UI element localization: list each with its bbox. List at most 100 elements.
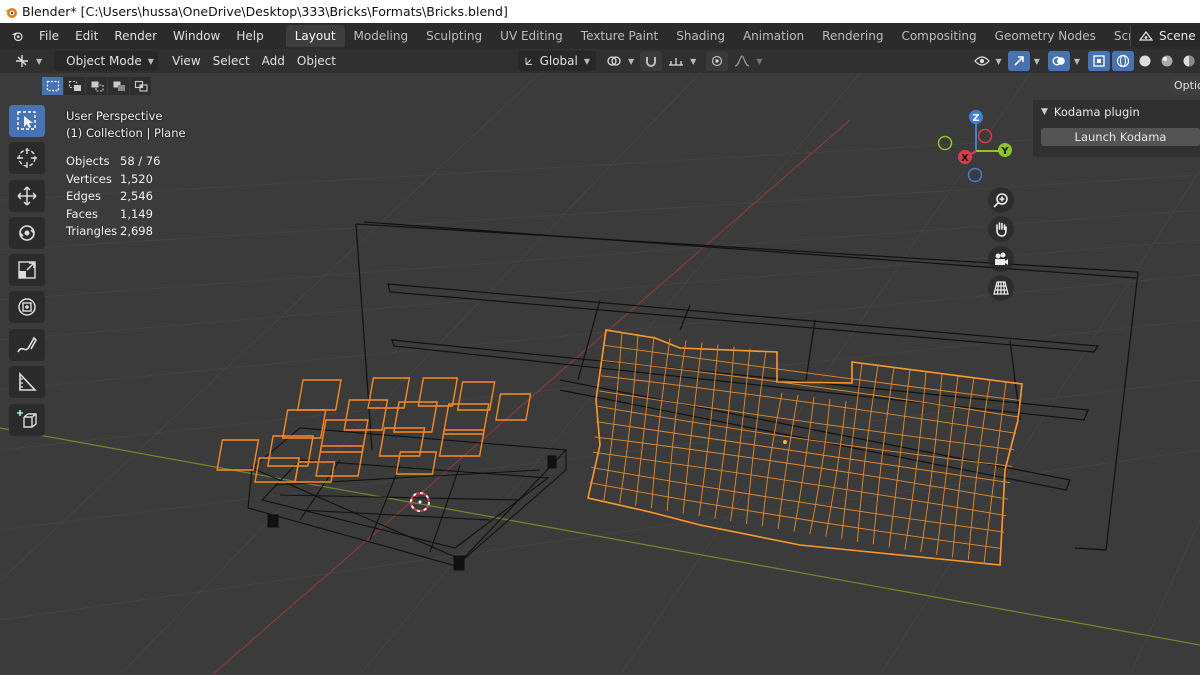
cloth-grid	[589, 332, 1021, 563]
tab-sculpting[interactable]: Sculpting	[417, 25, 491, 47]
shading-material-button[interactable]	[1156, 51, 1178, 71]
falloff-button[interactable]: ▼	[728, 51, 768, 71]
magnet-icon	[646, 57, 657, 67]
shading-wireframe-button[interactable]	[1112, 51, 1134, 71]
chevron-down-icon: ▼	[628, 56, 635, 66]
falloff-curve-icon	[735, 55, 750, 67]
cloth-mesh	[587, 329, 1023, 566]
origin-dot	[783, 440, 787, 444]
tool-move[interactable]	[9, 180, 45, 212]
viewport-header: ▼ Object Mode ▼ View Select Add Object G…	[0, 49, 1200, 73]
shading-rendered-button[interactable]	[1178, 51, 1200, 71]
scene-statistics: Objects 58 / 76 Vertices 1,520 Edges 2,546 …	[66, 153, 160, 241]
scene-selector[interactable]: Scene	[1130, 25, 1200, 47]
chevron-down-icon: ▼	[690, 56, 697, 66]
gizmo-z-label: Z	[972, 113, 979, 124]
blender-menu-icon[interactable]	[10, 28, 25, 44]
pivot-icon	[607, 56, 621, 66]
chevron-down-icon[interactable]: ▼	[1074, 57, 1080, 66]
3d-cursor	[410, 492, 430, 512]
stat-row: Edges 2,546	[66, 189, 153, 203]
menu-help[interactable]: Help	[228, 23, 271, 49]
pan-button[interactable]	[988, 216, 1014, 242]
pallet-frame	[247, 427, 568, 571]
tab-layout[interactable]: Layout	[285, 25, 345, 47]
tool-rotate[interactable]	[9, 217, 45, 249]
annotate-icon	[17, 336, 37, 353]
move-icon	[17, 186, 37, 206]
overlays-toggle[interactable]	[1047, 51, 1070, 71]
zoom-button[interactable]	[988, 187, 1014, 213]
tool-select-box[interactable]	[9, 105, 45, 137]
select-box-icon	[17, 111, 36, 130]
menu-render[interactable]: Render	[106, 23, 165, 49]
viewport-header-right: ▼ ▼ ▼	[968, 51, 1200, 71]
menu-file[interactable]: File	[31, 23, 67, 49]
chevron-down-icon[interactable]: ▼	[1034, 57, 1040, 66]
gizmo-icon	[1014, 56, 1024, 66]
orientation-dropdown[interactable]: Global ▼	[518, 51, 596, 71]
shading-solid-button[interactable]	[1134, 51, 1156, 71]
chevron-down-icon: ▼	[756, 56, 763, 66]
material-sphere-icon	[1161, 55, 1173, 67]
tool-annotate[interactable]	[9, 329, 45, 361]
panel-header-kodama[interactable]: ▼ Kodama plugin	[1033, 100, 1200, 124]
menu-select[interactable]: Select	[207, 51, 256, 71]
options-button[interactable]: Optic	[1170, 77, 1200, 95]
stat-row: Vertices 1,520	[66, 171, 153, 186]
zoom-icon	[993, 193, 1008, 208]
proportional-edit-toggle[interactable]	[706, 51, 729, 71]
menu-view[interactable]: View	[166, 51, 206, 71]
perspective-toggle-button[interactable]	[988, 275, 1014, 301]
select-subtract-button[interactable]	[86, 77, 107, 95]
select-new-button[interactable]	[42, 77, 63, 95]
navigation-gizmo[interactable]: Z Y X	[932, 106, 1022, 196]
selection-mode-group	[42, 77, 152, 97]
gizmo-toggle[interactable]	[1007, 51, 1030, 71]
launch-kodama-button[interactable]: Launch Kodama	[1041, 128, 1200, 146]
mode-dropdown[interactable]: Object Mode ▼	[54, 51, 159, 71]
tab-uv-editing[interactable]: UV Editing	[491, 25, 572, 47]
snap-toggle[interactable]	[640, 51, 663, 71]
camera-view-button[interactable]	[988, 246, 1014, 272]
menu-object[interactable]: Object	[291, 51, 342, 71]
tab-animation[interactable]: Animation	[734, 25, 813, 47]
select-invert-button[interactable]	[108, 77, 129, 95]
overlays-icon	[1052, 56, 1065, 66]
tab-compositing[interactable]: Compositing	[892, 25, 985, 47]
menu-window[interactable]: Window	[165, 23, 228, 49]
pivot-point-button[interactable]: ▼	[600, 51, 640, 71]
tool-cursor[interactable]	[9, 142, 45, 174]
visibility-button[interactable]: ▼	[968, 51, 1008, 71]
solid-sphere-icon	[1139, 55, 1151, 67]
3d-viewport[interactable]: Z Y X	[0, 73, 1200, 675]
editor-type-button[interactable]: ▼	[8, 51, 48, 71]
tool-transform[interactable]	[9, 291, 45, 323]
chevron-down-icon: ▼	[583, 56, 590, 66]
global-orientation-icon	[525, 57, 533, 65]
tab-modeling[interactable]: Modeling	[345, 25, 418, 47]
sidebar-panel: ▼ Kodama plugin Launch Kodama	[1033, 100, 1200, 157]
tool-scale[interactable]	[9, 254, 45, 286]
viewport-info: User Perspective (1) Collection | Plane	[66, 108, 186, 142]
menu-edit[interactable]: Edit	[67, 23, 106, 49]
wall-frame	[355, 221, 1139, 551]
tab-rendering[interactable]: Rendering	[813, 25, 892, 47]
select-intersect-button[interactable]	[130, 77, 151, 95]
tool-measure[interactable]	[9, 366, 45, 398]
xray-toggle[interactable]	[1088, 51, 1110, 71]
grid-perspective-icon	[993, 281, 1009, 295]
snap-target-button[interactable]: ▼	[662, 51, 702, 71]
menu-add[interactable]: Add	[256, 51, 291, 71]
axis-editor-icon	[16, 55, 28, 67]
tab-geometry-nodes[interactable]: Geometry Nodes	[986, 25, 1105, 47]
tab-shading[interactable]: Shading	[667, 25, 734, 47]
tool-add-cube[interactable]	[9, 404, 45, 436]
top-menu-bar: File Edit Render Window Help Layout Mode…	[0, 23, 1200, 49]
active-collection: (1) Collection | Plane	[66, 126, 186, 140]
chevron-down-icon: ▼	[1041, 107, 1048, 117]
select-extend-button[interactable]	[64, 77, 85, 95]
window-title: Blender* [C:\Users\hussa\OneDrive\Deskto…	[22, 4, 508, 19]
tab-texture-paint[interactable]: Texture Paint	[572, 25, 667, 47]
rendered-sphere-icon	[1183, 55, 1195, 67]
